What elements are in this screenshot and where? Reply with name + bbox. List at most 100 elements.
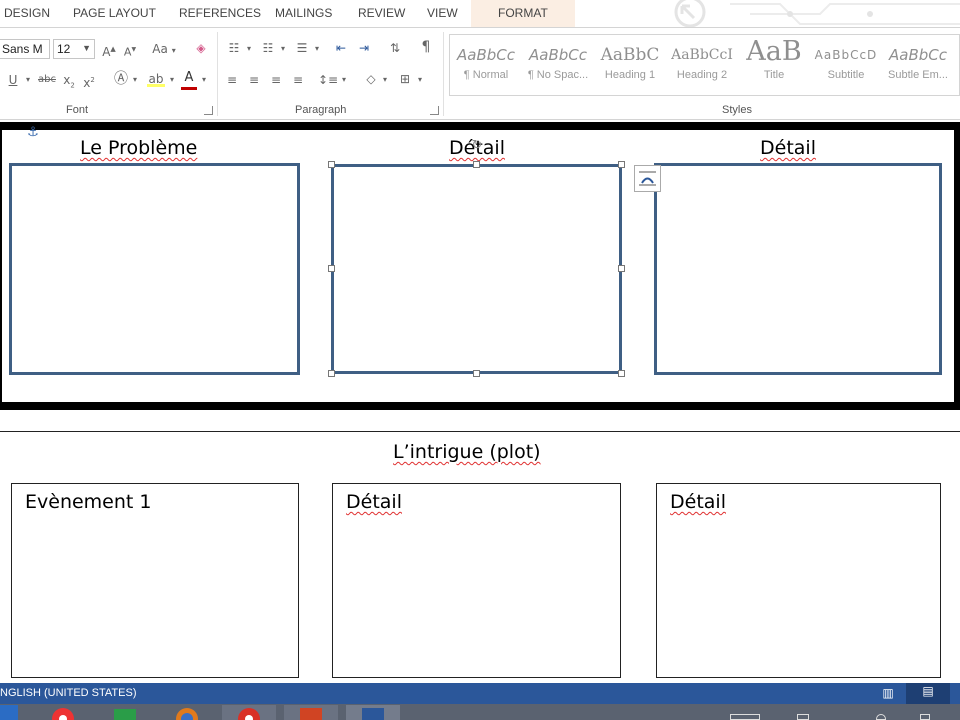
line-spacing-icon[interactable]: ↕≡ — [318, 72, 338, 88]
style-heading-2[interactable]: AaBbCcI Heading 2 — [668, 37, 736, 93]
decrease-indent-icon[interactable]: ⇤ — [332, 40, 350, 56]
style-title[interactable]: AaB Title — [740, 37, 808, 93]
font-color-icon[interactable]: A — [182, 70, 196, 86]
pilcrow-icon[interactable]: ¶ — [418, 39, 434, 55]
font-dialog-launcher-icon[interactable] — [204, 106, 213, 115]
tab-page-layout[interactable]: PAGE LAYOUT — [73, 6, 156, 20]
resize-handle[interactable] — [618, 370, 625, 377]
chevron-down-icon[interactable]: ▾ — [340, 72, 348, 88]
style-name: Title — [763, 69, 785, 81]
styles-gallery: AaBbCc ¶ Normal AaBbCc ¶ No Spac... AaBb… — [449, 34, 960, 96]
chevron-down-icon[interactable]: ▾ — [313, 41, 321, 57]
style-subtitle[interactable]: AaBbCcD Subtitle — [812, 37, 880, 93]
paragraph-dialog-launcher-icon[interactable] — [430, 106, 439, 115]
resize-handle[interactable] — [618, 161, 625, 168]
align-left-icon[interactable]: ≡ — [224, 72, 240, 88]
style-name: Subtle Em... — [888, 69, 948, 81]
shading-icon[interactable]: ◇ — [362, 71, 380, 87]
underline-icon[interactable]: U — [6, 72, 20, 88]
resize-handle[interactable] — [473, 161, 480, 168]
tray-icon[interactable] — [920, 714, 930, 720]
detail-box[interactable]: Détail — [656, 483, 941, 678]
chevron-down-icon[interactable]: ▾ — [200, 72, 208, 88]
strikethrough-icon[interactable]: abc — [37, 72, 57, 88]
borders-icon[interactable]: ⊞ — [396, 71, 414, 87]
style-sample: AaB — [746, 37, 802, 67]
resize-handle[interactable] — [618, 265, 625, 272]
problem-box[interactable] — [9, 163, 300, 375]
language-indicator[interactable]: NGLISH (UNITED STATES) — [0, 687, 137, 699]
rotate-handle-icon[interactable]: ↻ — [470, 138, 484, 154]
style-sample: AaBbCcI — [671, 47, 733, 63]
tray-icon[interactable] — [797, 714, 809, 720]
detail-label: Détail — [670, 491, 726, 513]
detail-box[interactable]: Détail — [332, 483, 621, 678]
document-page[interactable]: ⚓ Le Problème Détail Détail ↻ L’intrigue… — [0, 120, 960, 693]
clear-formatting-icon[interactable]: ◈ — [192, 40, 210, 56]
tab-format[interactable]: FORMAT — [471, 0, 575, 27]
style-sample: AaBbCc — [457, 46, 515, 64]
tab-design[interactable]: DESIGN — [4, 6, 50, 20]
font-size-combo[interactable]: 12 ▼ — [53, 39, 95, 59]
taskbar-app[interactable] — [98, 705, 152, 720]
resize-handle[interactable] — [328, 161, 335, 168]
numbering-icon[interactable]: ☷ — [258, 40, 278, 56]
shrink-font-icon[interactable]: A▼ — [123, 42, 137, 61]
tab-mailings[interactable]: MAILINGS — [275, 6, 332, 20]
chevron-down-icon[interactable]: ▾ — [245, 41, 253, 57]
read-mode-icon[interactable]: ▥ — [880, 685, 896, 701]
style-sample: AaBbC — [600, 45, 660, 65]
sort-icon[interactable]: ⇅ — [386, 40, 404, 56]
chevron-down-icon[interactable]: ▾ — [279, 41, 287, 57]
resize-handle[interactable] — [328, 370, 335, 377]
chevron-down-icon[interactable]: ▾ — [168, 72, 176, 88]
tab-view[interactable]: VIEW — [427, 6, 458, 20]
tab-references[interactable]: REFERENCES — [179, 6, 261, 20]
taskbar-app[interactable] — [36, 705, 90, 720]
align-right-icon[interactable]: ≡ — [268, 72, 284, 88]
print-layout-icon[interactable]: ▤ — [906, 683, 950, 704]
increase-indent-icon[interactable]: ⇥ — [355, 40, 373, 56]
style-name: ¶ Normal — [463, 69, 509, 81]
change-case-icon[interactable]: Aa ▾ — [150, 41, 178, 59]
justify-icon[interactable]: ≡ — [290, 72, 306, 88]
layout-options-button[interactable] — [634, 165, 661, 192]
event-box[interactable]: Evènement 1 — [11, 483, 299, 678]
taskbar-app[interactable] — [160, 705, 214, 720]
bullets-icon[interactable]: ☷ — [224, 40, 244, 56]
text-effects-icon[interactable]: Ⓐ — [114, 71, 128, 87]
multilevel-list-icon[interactable]: ☰ — [292, 40, 312, 56]
style-heading-1[interactable]: AaBbC Heading 1 — [596, 37, 664, 93]
resize-handle[interactable] — [473, 370, 480, 377]
start-button[interactable] — [0, 705, 18, 720]
superscript-icon[interactable]: x2 — [82, 72, 96, 91]
ribbon-background-pattern — [674, 0, 960, 27]
detail-box[interactable] — [654, 163, 942, 375]
align-center-icon[interactable]: ≡ — [246, 72, 262, 88]
tab-review[interactable]: REVIEW — [358, 6, 405, 20]
taskbar-app[interactable] — [222, 705, 276, 720]
style-subtle-emphasis[interactable]: AaBbCc Subtle Em... — [884, 37, 952, 93]
app-icon — [52, 708, 74, 720]
style-normal[interactable]: AaBbCc ¶ Normal — [452, 37, 520, 93]
grow-font-icon[interactable]: A▲ — [101, 41, 117, 60]
chevron-down-icon[interactable]: ▾ — [381, 72, 389, 88]
tray-icon[interactable] — [876, 714, 886, 720]
subscript-icon[interactable]: x2 — [62, 72, 76, 93]
style-sample: AaBbCc — [529, 46, 587, 64]
word-window: DESIGN PAGE LAYOUT REFERENCES MAILINGS R… — [0, 0, 960, 720]
chevron-down-icon[interactable]: ▾ — [416, 72, 424, 88]
taskbar-app[interactable] — [346, 705, 400, 720]
chevron-down-icon[interactable]: ▾ — [24, 72, 32, 88]
font-size-value: 12 — [57, 42, 71, 56]
font-family-combo[interactable]: Sans M — [0, 39, 50, 59]
layout-options-icon — [639, 171, 656, 186]
anchor-icon[interactable]: ⚓ — [26, 125, 40, 141]
chevron-down-icon[interactable]: ▾ — [131, 72, 139, 88]
highlight-icon[interactable]: ab — [147, 71, 165, 87]
keyboard-icon[interactable] — [730, 714, 760, 720]
taskbar-app[interactable] — [284, 705, 338, 720]
resize-handle[interactable] — [328, 265, 335, 272]
detail-box-selected[interactable] — [331, 164, 622, 374]
style-no-spacing[interactable]: AaBbCc ¶ No Spac... — [524, 37, 592, 93]
